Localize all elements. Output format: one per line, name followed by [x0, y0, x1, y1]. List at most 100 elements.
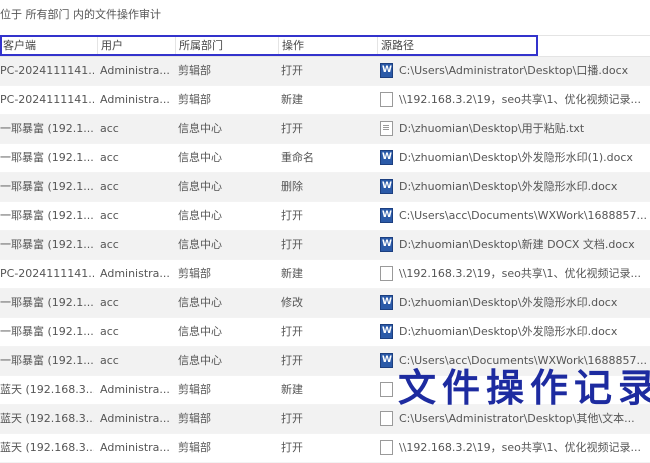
table-row[interactable]: 一耶暴富 (192.1... acc 信息中心 删除 D:\zhuomian\Deskt…: [0, 173, 650, 202]
word-doc-icon: [380, 173, 393, 200]
file-icon: [380, 439, 393, 455]
operation-cell: 新建: [281, 383, 303, 396]
source-path-text: D:\zhuomian\Desktop\外发隐形水印.docx: [399, 325, 618, 338]
source-path-cell: C:\Users\Administrator\Desktop\口播.docx: [380, 57, 650, 85]
source-path-cell: C:\Users\Administrator\Desktop\其他\文本...: [380, 405, 650, 433]
table-row[interactable]: PC-2024111141... Administra... 剪辑部 新建 \\192.…: [0, 260, 650, 289]
table-row[interactable]: 一耶暴富 (192.1... acc 信息中心 打开 D:\zhuomian\Deskt…: [0, 231, 650, 260]
file-icon: [380, 91, 393, 107]
department-cell: 信息中心: [178, 325, 222, 338]
operation-cell: 新建: [281, 267, 303, 280]
client-cell: 一耶暴富 (192.1...: [0, 238, 94, 251]
source-path-text: C:\Users\acc\Documents\WXWork\1688857...: [399, 354, 648, 367]
table-row[interactable]: 蓝天 (192.168.3... Administra... 剪辑部 打开 \\192.…: [0, 434, 650, 463]
table-row[interactable]: 一耶暴富 (192.1... acc 信息中心 重命名 D:\zhuomian\Desk…: [0, 144, 650, 173]
source-path-cell: D:\zhuomian\Desktop\外发隐形水印.docx: [380, 173, 650, 201]
client-cell: 蓝天 (192.168.3...: [0, 383, 94, 396]
user-cell: acc: [100, 209, 119, 222]
operation-cell: 删除: [281, 180, 303, 193]
column-header-user[interactable]: 用户: [97, 36, 175, 56]
source-path-cell: C:\Users\acc\Documents\WXWork\1688857...: [380, 347, 650, 375]
user-cell: acc: [100, 122, 119, 135]
source-path-text: D:\zhuomian\Desktop\新建 DOCX 文档.docx: [399, 238, 635, 251]
department-cell: 信息中心: [178, 122, 222, 135]
user-cell: acc: [100, 354, 119, 367]
table-row[interactable]: 一耶暴富 (192.1... acc 信息中心 打开 D:\zhuomian\Deskt…: [0, 318, 650, 347]
operation-cell: 打开: [281, 64, 303, 77]
department-cell: 信息中心: [178, 296, 222, 309]
user-cell: acc: [100, 325, 119, 338]
location-bar: 位于 所有部门 内的文件操作审计: [0, 0, 650, 30]
word-doc-icon: [380, 231, 393, 258]
user-cell: Administra...: [100, 441, 170, 454]
table-header: 客户端 用户 所属部门 操作 源路径: [0, 35, 650, 57]
source-path-text: C:\Users\Administrator\Desktop\其他\文本...: [399, 412, 635, 425]
user-cell: Administra...: [100, 64, 170, 77]
client-cell: 一耶暴富 (192.1...: [0, 122, 94, 135]
source-path-cell: D:\zhuomian\Desktop\外发隐形水印.docx: [380, 318, 650, 346]
source-path-cell: D:\zhuomian\Desktop\用于粘贴.txt: [380, 115, 650, 143]
client-cell: 一耶暴富 (192.1...: [0, 209, 94, 222]
department-cell: 信息中心: [178, 354, 222, 367]
department-cell: 信息中心: [178, 151, 222, 164]
source-path-text: C:\Users\Administrator\Desktop\口播.docx: [399, 64, 629, 77]
table-row[interactable]: PC-2024111141... Administra... 剪辑部 打开 C:\Use…: [0, 57, 650, 86]
user-cell: Administra...: [100, 93, 170, 106]
table-row[interactable]: 一耶暴富 (192.1... acc 信息中心 修改 D:\zhuomian\Deskt…: [0, 289, 650, 318]
source-path-cell: \\192.168.3.2\19，seo共享\1、优化视频记录...: [380, 260, 650, 288]
column-header-operation[interactable]: 操作: [278, 36, 378, 56]
table-row[interactable]: 蓝天 (192.168.3... Administra... 剪辑部 打开 C:\Use…: [0, 405, 650, 434]
source-path-cell: \\192.168.3.2\19，seo共享\1、优化视频记录...: [380, 434, 650, 462]
column-header-department[interactable]: 所属部门: [175, 36, 279, 56]
word-doc-icon: [380, 57, 393, 84]
source-path-cell: D:\zhuomian\Desktop\外发隐形水印(1).docx: [380, 144, 650, 172]
client-cell: PC-2024111141...: [0, 93, 94, 106]
client-cell: 一耶暴富 (192.1...: [0, 296, 94, 309]
table-row[interactable]: PC-2024111141... Administra... 剪辑部 新建 \\192.…: [0, 86, 650, 115]
client-cell: PC-2024111141...: [0, 267, 94, 280]
table-row[interactable]: 一耶暴富 (192.1... acc 信息中心 打开 C:\Users\acc\Docu…: [0, 202, 650, 231]
text-file-icon: [380, 120, 393, 136]
source-path-cell: \\192.168.3.2\19，seo共享\1、优化视频记录...: [380, 86, 650, 114]
user-cell: Administra...: [100, 412, 170, 425]
table-row[interactable]: 蓝天 (192.168.3... Administra... 剪辑部 新建: [0, 376, 650, 405]
department-cell: 信息中心: [178, 209, 222, 222]
user-cell: acc: [100, 180, 119, 193]
source-path-text: D:\zhuomian\Desktop\外发隐形水印.docx: [399, 180, 618, 193]
client-cell: 一耶暴富 (192.1...: [0, 180, 94, 193]
operation-cell: 打开: [281, 209, 303, 222]
user-cell: acc: [100, 238, 119, 251]
word-doc-icon: [380, 318, 393, 345]
source-path-cell: [380, 376, 650, 404]
user-cell: Administra...: [100, 267, 170, 280]
operation-cell: 打开: [281, 412, 303, 425]
source-path-text: D:\zhuomian\Desktop\外发隐形水印.docx: [399, 296, 618, 309]
source-path-text: D:\zhuomian\Desktop\外发隐形水印(1).docx: [399, 151, 633, 164]
column-header-client[interactable]: 客户端: [0, 36, 97, 56]
source-path-text: \\192.168.3.2\19，seo共享\1、优化视频记录...: [399, 267, 642, 280]
table-row[interactable]: 一耶暴富 (192.1... acc 信息中心 打开 C:\Users\acc\Docu…: [0, 347, 650, 376]
client-cell: PC-2024111141...: [0, 64, 94, 77]
word-doc-icon: [380, 202, 393, 229]
column-header-source-path[interactable]: 源路径: [377, 36, 650, 56]
department-cell: 信息中心: [178, 238, 222, 251]
department-cell: 剪辑部: [178, 267, 211, 280]
file-icon: [380, 265, 393, 281]
table-body: PC-2024111141...Administra...剪辑部打开C:\Use…: [0, 57, 650, 463]
word-doc-icon: [380, 347, 393, 374]
department-cell: 剪辑部: [178, 383, 211, 396]
word-doc-icon: [380, 144, 393, 171]
operation-cell: 打开: [281, 325, 303, 338]
file-icon: [380, 410, 393, 426]
department-cell: 剪辑部: [178, 412, 211, 425]
file-icon: [380, 381, 393, 397]
client-cell: 蓝天 (192.168.3...: [0, 441, 94, 454]
operation-cell: 打开: [281, 354, 303, 367]
word-doc-icon: [380, 289, 393, 316]
location-text: 位于 所有部门 内的文件操作审计: [0, 8, 161, 21]
operation-cell: 新建: [281, 93, 303, 106]
table-row[interactable]: 一耶暴富 (192.1... acc 信息中心 打开 D:\zhuomian\Deskt…: [0, 115, 650, 144]
operation-cell: 打开: [281, 238, 303, 251]
department-cell: 剪辑部: [178, 441, 211, 454]
department-cell: 剪辑部: [178, 93, 211, 106]
